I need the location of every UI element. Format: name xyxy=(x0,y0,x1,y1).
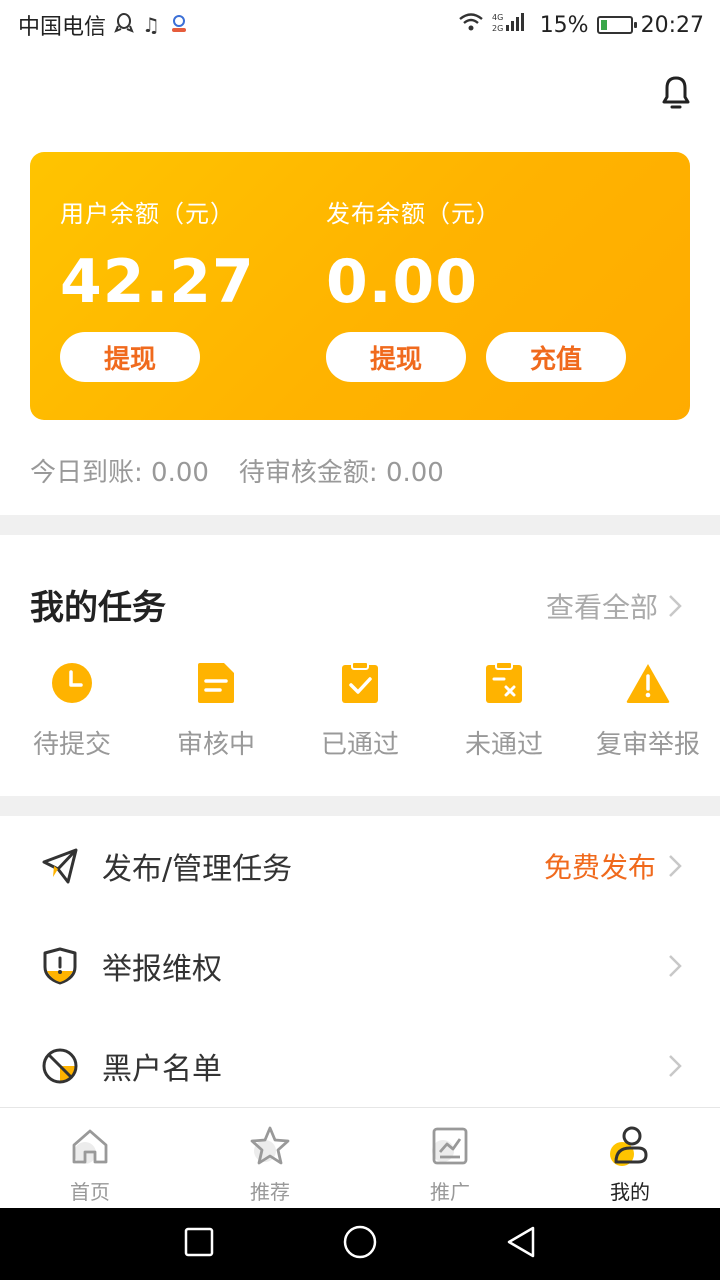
signal-icon: 4G 2G xyxy=(492,11,532,39)
status-bar: 中国电信 ♫ 4G 2G 15% 20:27 xyxy=(0,0,720,50)
withdraw-publish-button[interactable]: 提现 xyxy=(326,332,466,382)
chevron-right-icon xyxy=(669,595,682,617)
bottom-tab-bar: 首页 推荐 推广 我的 xyxy=(0,1107,720,1208)
task-label: 未通过 xyxy=(464,730,543,760)
clipboard-x-icon xyxy=(481,660,527,706)
menu-list: 发布/管理任务 免费发布 举报维权 黑户名单 xyxy=(0,816,720,1116)
menu-item-publish-manage[interactable]: 发布/管理任务 免费发布 xyxy=(0,816,720,916)
section-divider xyxy=(0,515,720,535)
home-button[interactable] xyxy=(342,1224,378,1264)
task-recheck-report[interactable]: 复审举报 xyxy=(576,660,720,761)
svg-text:4G: 4G xyxy=(492,13,503,22)
ban-icon xyxy=(40,1046,80,1086)
chevron-right-icon xyxy=(669,955,682,977)
document-icon xyxy=(193,660,239,706)
chevron-right-icon xyxy=(669,1055,682,1077)
task-pending-submit[interactable]: 待提交 xyxy=(0,660,144,761)
pending-review-amount: 待审核金额: 0.00 xyxy=(238,458,444,488)
notification-bell-icon[interactable] xyxy=(654,70,698,114)
recent-apps-button[interactable] xyxy=(183,1226,215,1262)
svg-text:2G: 2G xyxy=(492,24,503,33)
task-approved[interactable]: 已通过 xyxy=(288,660,432,761)
user-balance-value: 42.27 xyxy=(60,247,255,317)
task-rejected[interactable]: 未通过 xyxy=(432,660,576,761)
wifi-icon xyxy=(458,12,484,38)
tab-label: 我的 xyxy=(610,1180,650,1204)
tab-recommend[interactable]: 推荐 xyxy=(180,1108,360,1208)
today-arrival: 今日到账: 0.00 xyxy=(30,458,209,488)
today-summary: 今日到账: 0.00 待审核金额: 0.00 xyxy=(30,452,444,489)
menu-item-report-rights[interactable]: 举报维权 xyxy=(0,916,720,1016)
back-button[interactable] xyxy=(505,1225,537,1263)
tab-label: 首页 xyxy=(70,1180,110,1204)
view-all-label: 查看全部 xyxy=(545,591,658,624)
system-navigation-bar xyxy=(0,1208,720,1280)
clock-time: 20:27 xyxy=(640,12,704,38)
task-under-review[interactable]: 审核中 xyxy=(144,660,288,761)
section-divider xyxy=(0,796,720,816)
menu-label: 举报维权 xyxy=(102,952,222,987)
user-icon xyxy=(608,1124,652,1168)
publish-balance-value: 0.00 xyxy=(326,247,479,317)
task-label: 复审举报 xyxy=(595,730,700,760)
music-icon: ♫ xyxy=(142,13,160,37)
battery-percent: 15% xyxy=(539,12,589,38)
warning-icon xyxy=(625,660,671,706)
publish-balance-label: 发布余额（元） xyxy=(326,200,501,228)
battery-icon xyxy=(596,16,637,34)
publish-balance: 发布余额（元） 0.00 xyxy=(326,194,501,317)
task-label: 已通过 xyxy=(320,730,399,760)
balance-card: 用户余额（元） 42.27 发布余额（元） 0.00 提现 提现 充值 xyxy=(30,152,690,420)
user-balance: 用户余额（元） 42.27 xyxy=(60,194,255,317)
shield-warning-icon xyxy=(40,946,80,986)
tab-promote[interactable]: 推广 xyxy=(360,1108,540,1208)
tab-home[interactable]: 首页 xyxy=(0,1108,180,1208)
chart-icon xyxy=(428,1124,472,1168)
task-label: 待提交 xyxy=(32,730,111,760)
tab-label: 推广 xyxy=(430,1180,470,1204)
home-icon xyxy=(68,1124,112,1168)
menu-label: 发布/管理任务 xyxy=(102,852,293,887)
paper-plane-icon xyxy=(40,846,80,886)
tab-mine[interactable]: 我的 xyxy=(540,1108,720,1208)
clock-icon xyxy=(49,660,95,706)
tab-label: 推荐 xyxy=(250,1180,290,1204)
carrier-label: 中国电信 xyxy=(18,15,107,40)
task-label: 审核中 xyxy=(176,730,255,760)
star-icon xyxy=(248,1124,292,1168)
qq-icon xyxy=(114,12,134,39)
free-publish-label: 免费发布 xyxy=(543,851,656,884)
menu-label: 黑户名单 xyxy=(102,1052,222,1087)
user-balance-label: 用户余额（元） xyxy=(60,200,235,228)
task-status-row: 待提交 审核中 已通过 未通过 复审举报 xyxy=(0,660,720,761)
clipboard-check-icon xyxy=(337,660,383,706)
chevron-right-icon xyxy=(669,855,682,877)
recharge-button[interactable]: 充值 xyxy=(486,332,626,382)
menu-item-blacklist[interactable]: 黑户名单 xyxy=(0,1016,720,1116)
baidu-icon xyxy=(168,12,190,39)
my-tasks-title: 我的任务 xyxy=(30,588,166,628)
withdraw-user-button[interactable]: 提现 xyxy=(60,332,200,382)
view-all-link[interactable]: 查看全部 xyxy=(546,586,682,626)
